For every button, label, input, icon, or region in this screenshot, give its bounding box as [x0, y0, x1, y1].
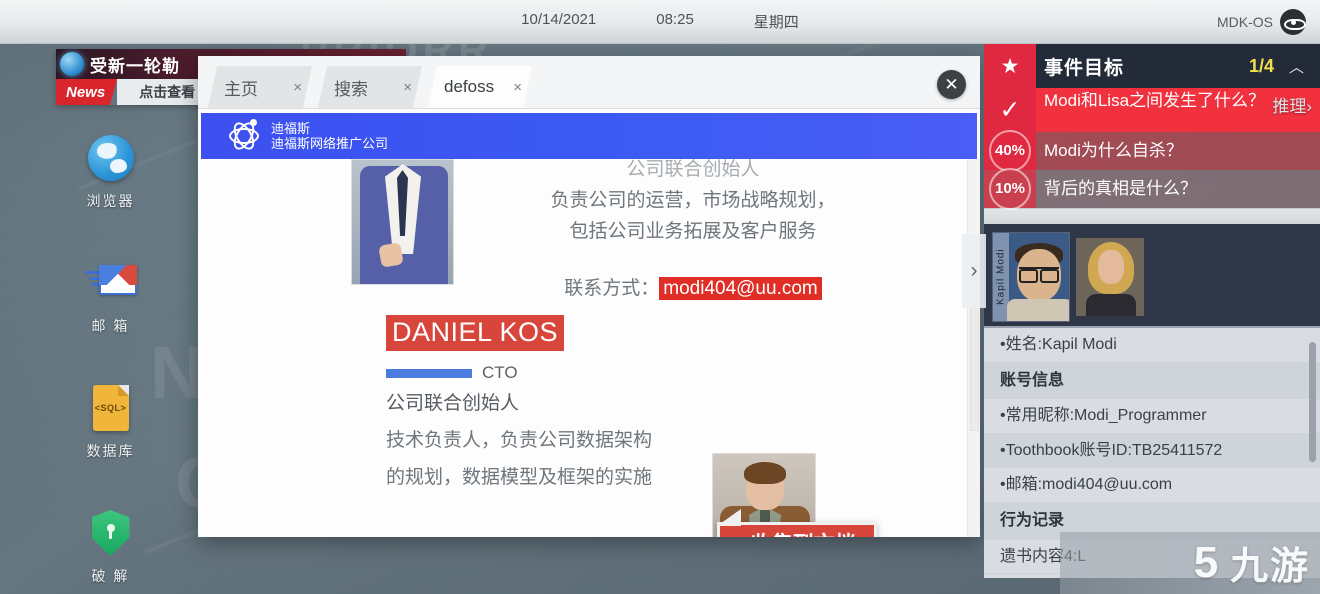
shield-lock-icon — [58, 507, 163, 559]
right-panel: ★ 事件目标 1/4 ︿ ✓ Modi和Lisa之间发生了什么？ 40% Mod… — [984, 44, 1320, 594]
site-banner: 迪福斯 迪福斯网络推广公司 — [201, 113, 977, 159]
status-bar-center: 10/14/2021 08:25 星期四 — [0, 11, 1320, 32]
star-icon: ★ — [984, 44, 1036, 88]
dock-label-browser: 浏览器 — [58, 191, 163, 211]
news-tag: News — [56, 79, 117, 105]
quest-panel: ★ 事件目标 1/4 ︿ ✓ Modi和Lisa之间发生了什么？ 40% Mod… — [984, 44, 1320, 224]
eye-logo-icon — [1280, 9, 1306, 35]
cto-role-label: CTO — [482, 363, 518, 383]
close-icon[interactable]: × — [403, 79, 412, 96]
quest-row-1[interactable]: ✓ Modi和Lisa之间发生了什么？ — [984, 88, 1320, 132]
list-item: •邮箱:modi404@uu.com — [984, 468, 1320, 503]
evidence-photo-lisa[interactable] — [1076, 238, 1144, 316]
list-item: •常用昵称:Modi_Programmer — [984, 399, 1320, 434]
tab-search-label: 搜索 — [334, 75, 368, 100]
panel-expand-chevron-icon[interactable]: › — [962, 234, 986, 308]
evidence-photo-modi[interactable]: Kapil Modi — [992, 232, 1070, 322]
quest-count: 1/4 — [1249, 56, 1274, 77]
status-bar: 10/14/2021 08:25 星期四 MDK-OS — [0, 0, 1320, 44]
list-item: •Toothbook账号ID:TB25411572 — [984, 434, 1320, 469]
ceo-contact-row: 联系方式：modi404@uu.com — [483, 273, 903, 300]
quest-progress-3: 10% — [984, 170, 1036, 208]
desktop-dock: 浏览器 邮 箱 <SQL> 数据库 破 解 — [58, 132, 163, 594]
cto-role-row: CTO — [386, 363, 946, 383]
browser-window: 主页 × 搜索 × defoss × ✕ 迪福斯 迪福斯网络推广公司 公司联合 — [198, 56, 980, 537]
status-time: 08:25 — [656, 11, 694, 32]
quest-row-2-text: Modi为什么自杀？ — [1044, 141, 1183, 161]
watermark: 5 九游 — [1186, 535, 1310, 590]
dock-item-mail[interactable]: 邮 箱 — [58, 257, 163, 336]
close-icon[interactable]: × — [293, 79, 302, 96]
reason-label: 推理 — [1272, 97, 1306, 116]
cto-line-2: 技术负责人，负责公司数据架构 — [386, 426, 946, 457]
evidence-card-area: Kapil Modi — [984, 224, 1320, 326]
cto-block: DANIEL KOS CTO 公司联合创始人 技术负责人，负责公司数据架构 的规… — [386, 315, 946, 493]
ceo-description: 公司联合创始人 负责公司的运营，市场战略规划， 包括公司业务拓展及客户服务 联系… — [483, 159, 903, 300]
tab-defoss-label: defoss — [444, 77, 494, 97]
news-headline: 受新一轮勒 — [90, 52, 180, 77]
status-bar-right: MDK-OS — [1217, 9, 1306, 35]
news-orb-icon — [60, 52, 84, 76]
os-name-label: MDK-OS — [1217, 14, 1273, 30]
evidence-scrollbar-thumb[interactable] — [1309, 342, 1316, 462]
ceo-line-1: 负责公司的运营，市场战略规划， — [483, 186, 903, 217]
dock-item-crack[interactable]: 破 解 — [58, 507, 163, 586]
window-close-button[interactable]: ✕ — [937, 70, 966, 99]
close-icon[interactable]: × — [513, 79, 522, 96]
tab-home-label: 主页 — [224, 75, 258, 100]
cto-name[interactable]: DANIEL KOS — [386, 315, 564, 351]
ceo-line-2: 包括公司业务拓展及客户服务 — [483, 217, 903, 248]
quest-progress-2: 40% — [984, 132, 1036, 170]
sql-file-icon: <SQL> — [58, 382, 163, 434]
dock-label-crack: 破 解 — [58, 566, 163, 586]
watermark-mark-icon: 5 — [1186, 541, 1226, 585]
tab-home[interactable]: 主页 × — [208, 66, 312, 108]
ceo-contact-label: 联系方式： — [564, 278, 659, 299]
dock-label-mail: 邮 箱 — [58, 316, 163, 336]
collect-to-document-button[interactable]: +收集到文档 — [717, 522, 877, 537]
page-scrollbar[interactable] — [967, 159, 980, 537]
quest-check-icon: ✓ — [984, 88, 1036, 132]
site-subtitle: 迪福斯网络推广公司 — [271, 136, 388, 151]
site-name: 迪福斯 — [271, 121, 388, 136]
quest-divider-bar — [984, 208, 1320, 224]
tab-search[interactable]: 搜索 × — [318, 66, 422, 108]
status-weekday: 星期四 — [754, 11, 799, 32]
list-item: •姓名:Kapil Modi — [984, 328, 1320, 363]
page-body: 公司联合创始人 负责公司的运营，市场战略规划， 包括公司业务拓展及客户服务 联系… — [198, 159, 980, 537]
quest-row-2[interactable]: 40% Modi为什么自杀？ — [984, 132, 1320, 170]
dock-item-database[interactable]: <SQL> 数据库 — [58, 382, 163, 461]
quest-row-3[interactable]: 10% 背后的真相是什么？ — [984, 170, 1320, 208]
page-scroll-area: 公司联合创始人 负责公司的运营，市场战略规划， 包括公司业务拓展及客户服务 联系… — [198, 159, 967, 537]
quest-header: ★ 事件目标 1/4 ︿ — [984, 44, 1320, 88]
ceo-photo — [351, 159, 454, 285]
mail-icon — [58, 257, 163, 309]
reason-button[interactable]: 推理› — [1272, 92, 1312, 117]
list-item: 账号信息 — [984, 363, 1320, 400]
dock-item-browser[interactable]: 浏览器 — [58, 132, 163, 211]
ceo-contact-value[interactable]: modi404@uu.com — [659, 277, 821, 300]
chevron-right-icon: › — [1306, 97, 1312, 116]
cto-line-1: 公司联合创始人 — [386, 389, 946, 420]
ceo-line-clipped: 公司联合创始人 — [483, 159, 903, 186]
tab-defoss[interactable]: defoss × — [428, 66, 532, 108]
watermark-text: 九游 — [1230, 535, 1310, 590]
cto-line-3: 的规划，数据模型及框架的实施 — [386, 463, 946, 494]
quest-title: 事件目标 — [1044, 53, 1124, 80]
chevron-up-icon[interactable]: ︿ — [1289, 56, 1304, 77]
quest-row-1-text: Modi和Lisa之间发生了什么？ — [1044, 91, 1265, 111]
globe-icon — [58, 132, 163, 184]
quest-row-3-text: 背后的真相是什么？ — [1044, 179, 1197, 199]
atom-icon — [227, 119, 261, 153]
dock-label-database: 数据库 — [58, 441, 163, 461]
site-banner-text: 迪福斯 迪福斯网络推广公司 — [271, 121, 388, 152]
status-date: 10/14/2021 — [521, 11, 596, 32]
browser-tab-bar: 主页 × 搜索 × defoss × ✕ — [198, 56, 980, 109]
role-accent-bar — [386, 369, 472, 378]
